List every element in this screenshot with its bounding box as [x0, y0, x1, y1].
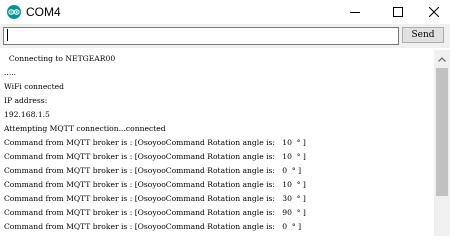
console-line: Command from MQTT broker is : [OsoyooCom… [4, 138, 306, 147]
console-line: Command from MQTT broker is : [OsoyooCom… [4, 222, 302, 231]
text-caret [7, 29, 8, 41]
console-line: Connecting to NETGEAR00 [4, 54, 116, 63]
console-line: ..... [4, 68, 17, 77]
serial-input[interactable] [3, 27, 399, 45]
maximize-button[interactable] [382, 0, 414, 24]
console-line: WiFi connected [4, 82, 64, 91]
title-bar: COM4 [0, 0, 450, 24]
close-icon [429, 7, 439, 17]
serial-output: Connecting to NETGEAR00 ..... WiFi conne… [0, 50, 434, 236]
vertical-scrollbar[interactable] [434, 50, 450, 236]
close-button[interactable] [418, 0, 450, 24]
console-line: IP address: [4, 96, 48, 105]
console-line: Attempting MQTT connection...connected [4, 124, 166, 133]
arduino-icon [7, 5, 21, 19]
console-line: Command from MQTT broker is : [OsoyooCom… [4, 180, 306, 189]
minimize-icon [350, 12, 360, 13]
maximize-icon [393, 7, 403, 17]
scroll-up-button[interactable] [434, 51, 450, 67]
input-toolbar [0, 24, 450, 48]
send-button[interactable]: Send [402, 27, 444, 43]
console-line: 192.168.1.5 [4, 110, 50, 119]
console-line: Command from MQTT broker is : [OsoyooCom… [4, 208, 306, 217]
scroll-thumb[interactable] [436, 68, 448, 196]
console-line: Command from MQTT broker is : [OsoyooCom… [4, 166, 302, 175]
window-title: COM4 [26, 5, 61, 19]
console-line: Command from MQTT broker is : [OsoyooCom… [4, 194, 306, 203]
minimize-button[interactable] [339, 0, 371, 24]
chevron-up-icon [438, 56, 446, 62]
console-line: Command from MQTT broker is : [OsoyooCom… [4, 152, 306, 161]
